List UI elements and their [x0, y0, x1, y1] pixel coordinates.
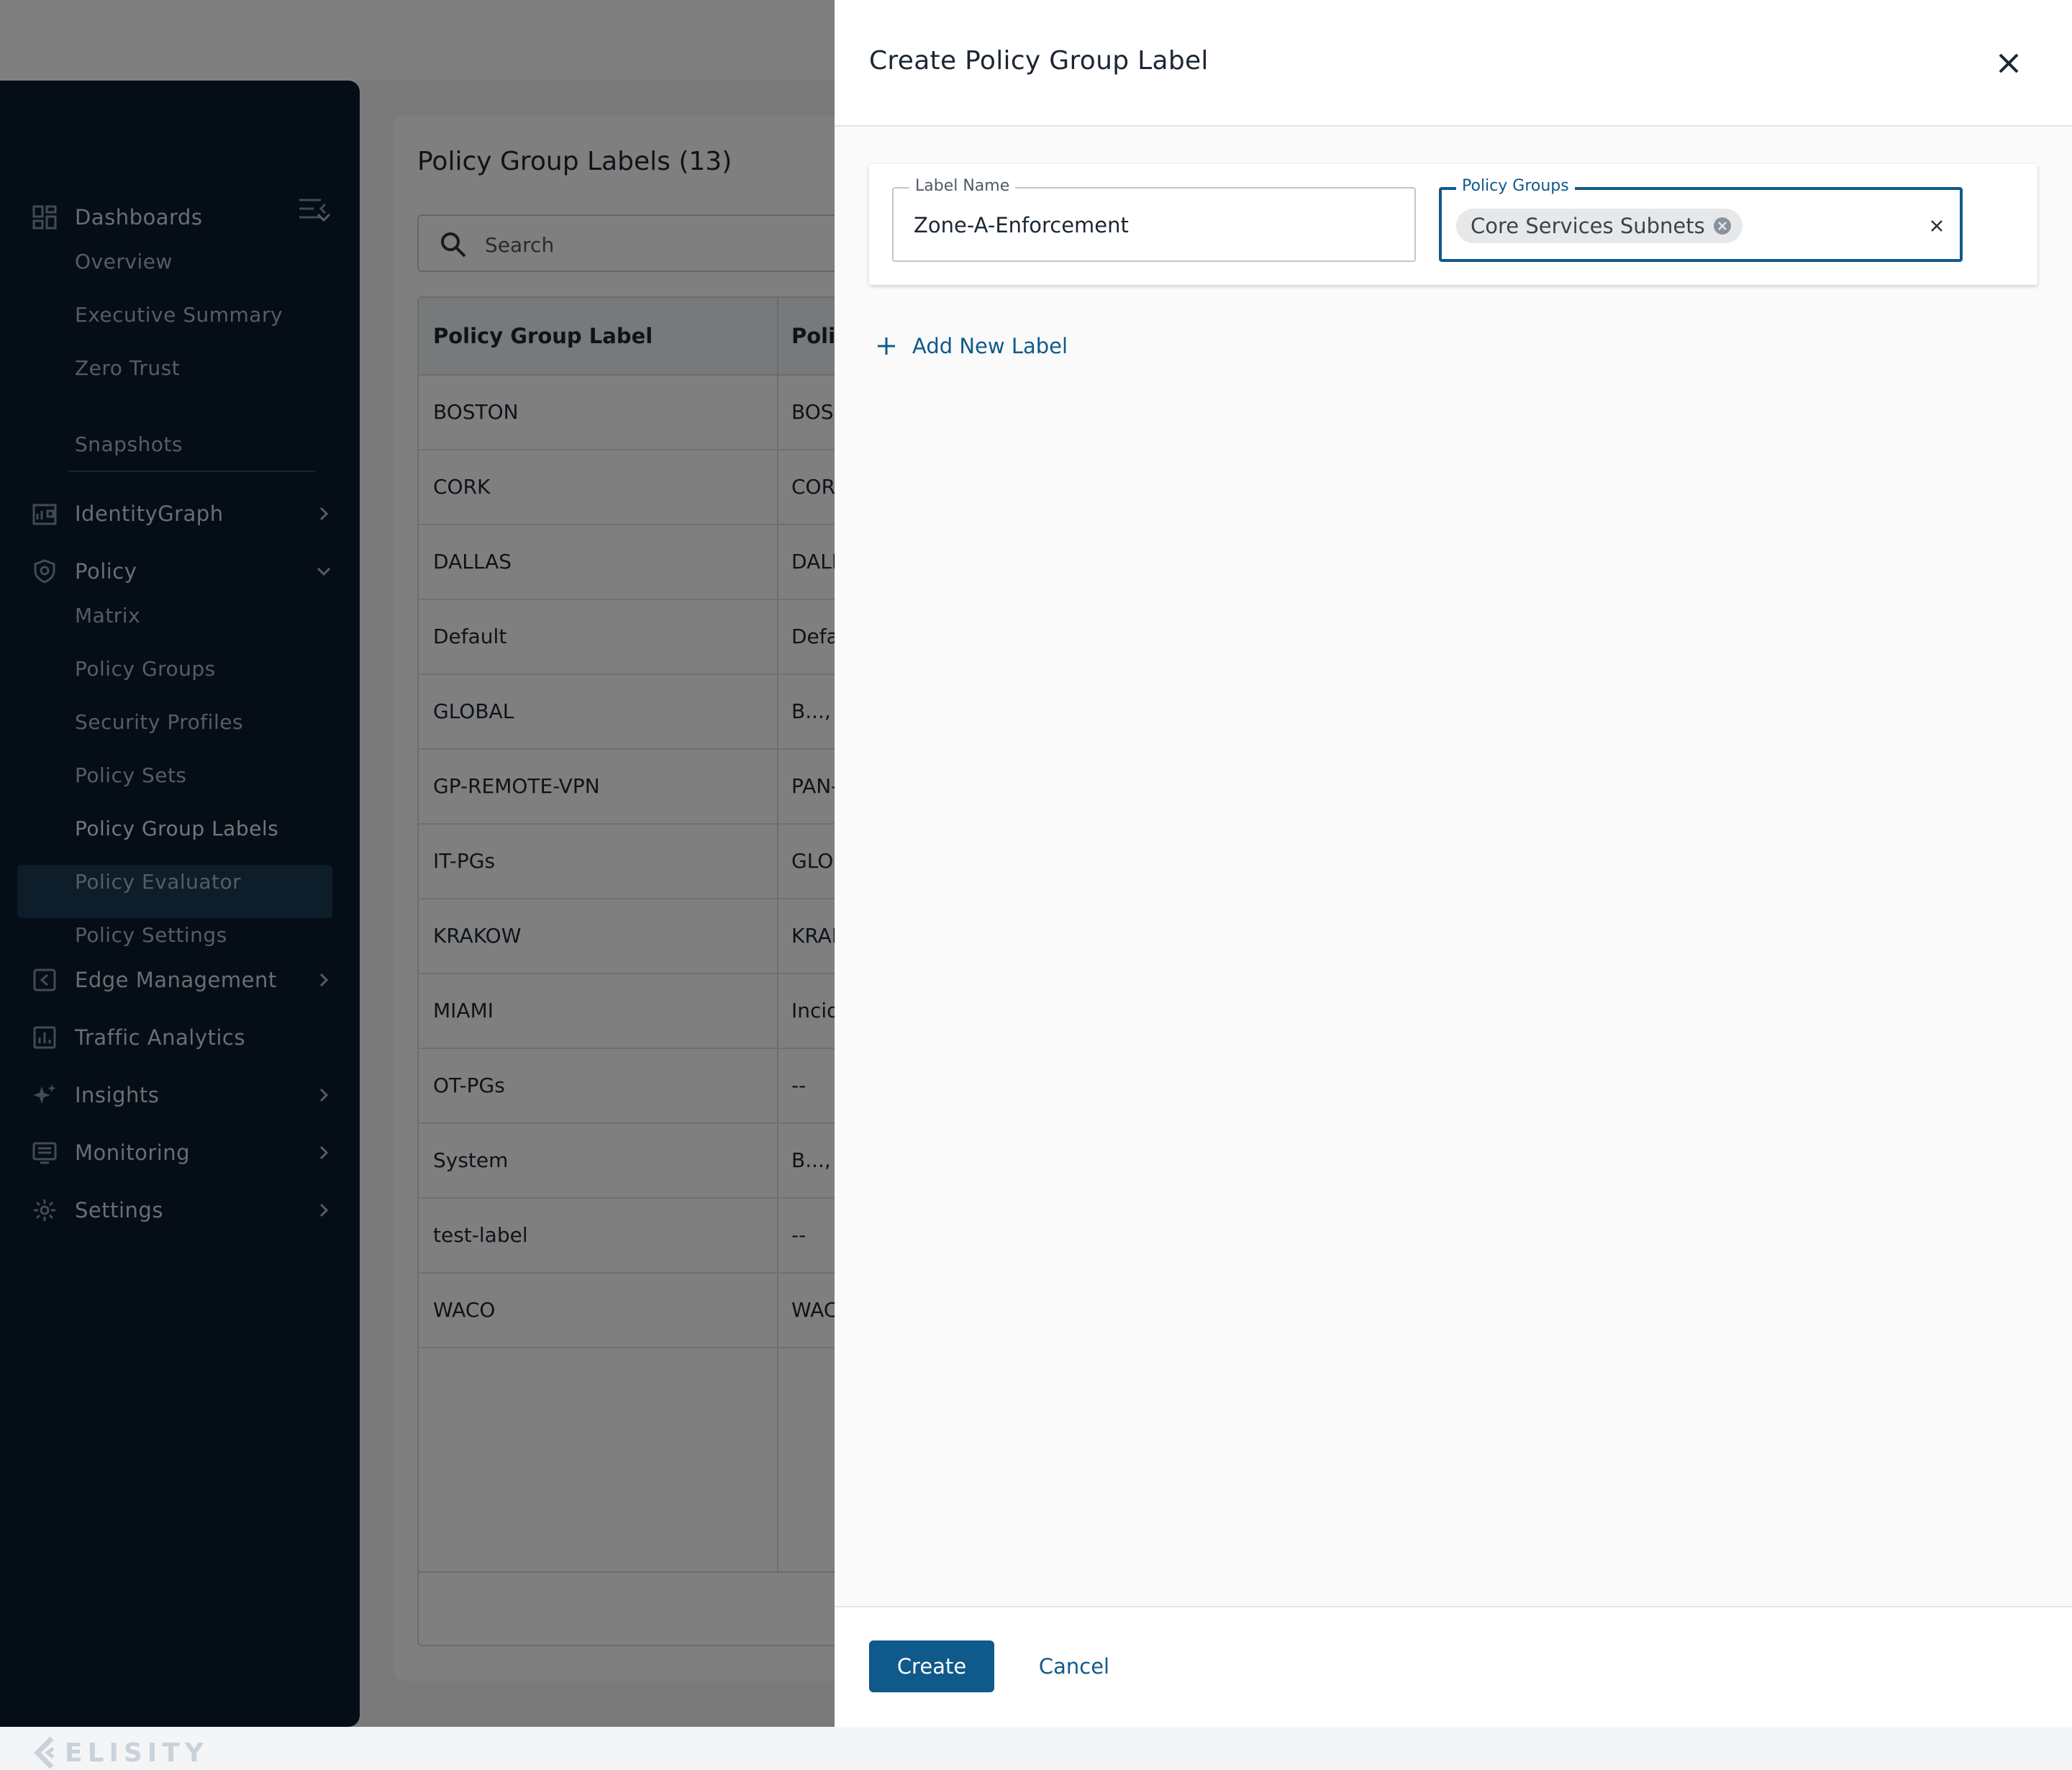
drawer-header: Create Policy Group Label: [835, 0, 2072, 127]
policy-group-chip: Core Services Subnets: [1456, 209, 1742, 243]
label-entry-card: Label Name Policy Groups Core Services S…: [869, 164, 2037, 285]
policy-groups-field[interactable]: Policy Groups Core Services Subnets: [1439, 177, 1963, 262]
add-new-label-text: Add New Label: [912, 334, 1068, 358]
create-label-drawer: Create Policy Group Label Label Name Pol…: [835, 0, 2072, 1727]
drawer-title: Create Policy Group Label: [869, 46, 1209, 76]
chip-label: Core Services Subnets: [1471, 214, 1705, 238]
label-name-input[interactable]: [912, 210, 1387, 240]
clear-selection-button[interactable]: [1925, 214, 1948, 237]
close-button[interactable]: [1991, 46, 2026, 81]
plus-icon: [878, 337, 895, 355]
policy-groups-legend: Policy Groups: [1456, 177, 1575, 196]
label-name-field[interactable]: Label Name: [892, 177, 1416, 262]
close-icon: [1931, 220, 1942, 232]
chip-remove-button[interactable]: [1712, 216, 1732, 236]
close-icon: [1999, 53, 2019, 73]
label-name-legend: Label Name: [909, 177, 1016, 196]
cancel-button[interactable]: Cancel: [1012, 1640, 1137, 1692]
brand-logo: ELISITY: [32, 1735, 209, 1770]
elisity-logo-icon: [34, 1736, 55, 1769]
add-new-label-button[interactable]: Add New Label: [876, 330, 1068, 363]
create-button[interactable]: Create: [869, 1640, 994, 1692]
drawer-footer: Create Cancel: [835, 1606, 2072, 1727]
brand-name: ELISITY: [65, 1738, 209, 1768]
cancel-circle-icon: [1713, 217, 1731, 235]
